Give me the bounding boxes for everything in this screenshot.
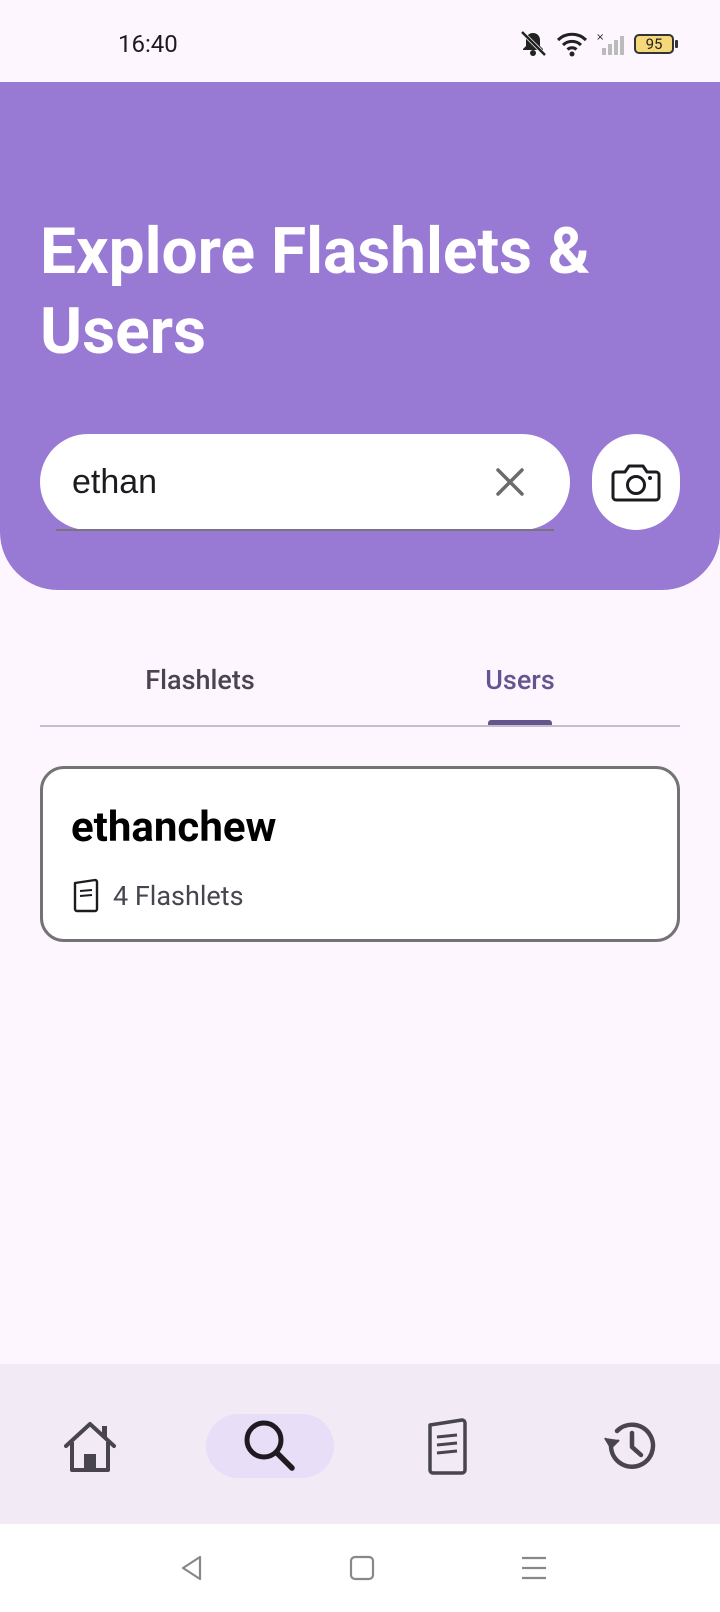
search-icon <box>244 1420 295 1471</box>
tab-flashlets[interactable]: Flashlets <box>40 634 360 726</box>
result-tabs: Flashlets Users <box>40 634 680 727</box>
nav-search[interactable] <box>206 1414 334 1478</box>
back-triangle-icon <box>181 1555 202 1581</box>
clear-search-button[interactable] <box>490 462 530 502</box>
mute-notification-icon <box>520 30 547 57</box>
system-navigation-bar <box>0 1524 720 1612</box>
signal-icon: × <box>596 32 624 55</box>
flashlets-icon <box>428 1418 467 1475</box>
search-underline <box>56 529 554 531</box>
system-home-button[interactable] <box>342 1550 382 1586</box>
camera-icon <box>611 464 661 502</box>
tab-divider <box>40 725 680 727</box>
tab-users[interactable]: Users <box>360 634 680 726</box>
status-time: 16:40 <box>118 30 178 58</box>
search-input[interactable] <box>72 456 472 508</box>
svg-text:×: × <box>596 32 604 43</box>
user-name: ethanchew <box>71 803 277 852</box>
status-icons: × 95 <box>518 28 678 60</box>
wifi-icon <box>556 32 588 57</box>
history-icon <box>604 1422 656 1469</box>
flashlet-icon <box>73 878 99 913</box>
nav-history[interactable] <box>566 1414 694 1478</box>
flashlet-count-text: 4 Flashlets <box>113 880 244 912</box>
battery-icon: 95 <box>634 34 678 54</box>
header: Explore Flashlets & Users <box>0 82 720 590</box>
close-icon <box>496 468 524 496</box>
nav-flashlets[interactable] <box>384 1414 512 1478</box>
home-icon <box>64 1422 116 1472</box>
user-result-card[interactable]: ethanchew 4 Flashlets <box>40 766 680 942</box>
page-title: Explore Flashlets & Users <box>40 214 590 369</box>
nav-home[interactable] <box>26 1414 154 1478</box>
bottom-navigation <box>0 1364 720 1524</box>
system-menu-button[interactable] <box>514 1550 554 1586</box>
home-square-icon <box>349 1555 375 1581</box>
system-back-button[interactable] <box>172 1550 212 1586</box>
user-flashlet-count: 4 Flashlets <box>71 877 244 915</box>
search-box[interactable] <box>40 434 570 531</box>
camera-search-button[interactable] <box>592 434 680 530</box>
status-bar: 16:40 × 95 <box>0 0 720 82</box>
menu-icon <box>522 1556 546 1580</box>
